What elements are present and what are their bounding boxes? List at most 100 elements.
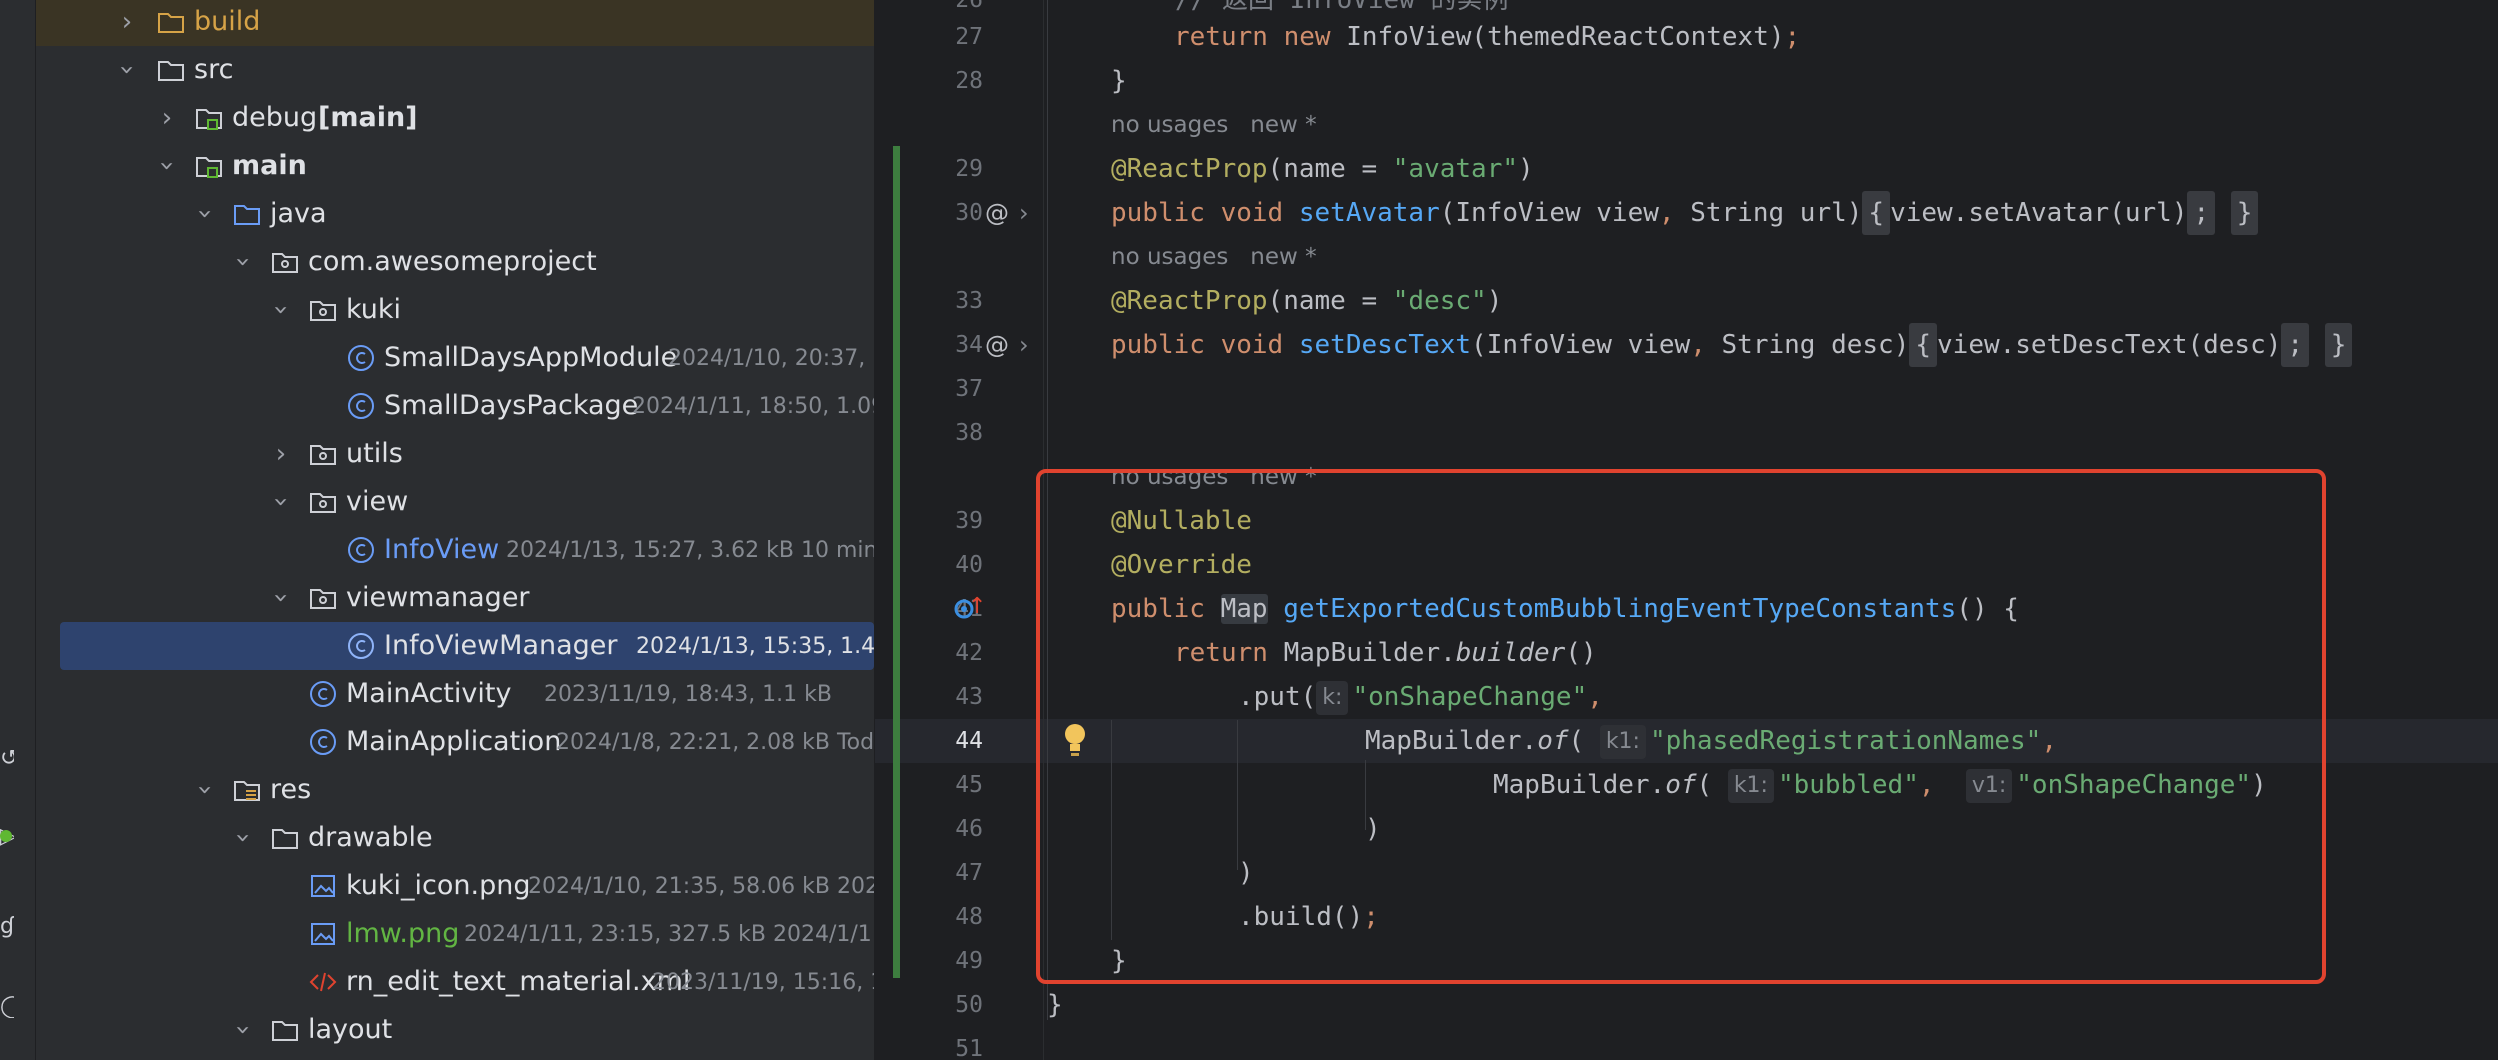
at-symbol-icon[interactable]: @ — [985, 191, 1009, 235]
tree-item-main-application[interactable]: MainApplication 2024/1/8, 22:21, 2.08 kB… — [36, 718, 874, 766]
chevron-right-icon[interactable]: › — [270, 440, 292, 468]
tree-item-info-view-manager[interactable]: InfoViewManager 2024/1/13, 15:35, 1.4 kB… — [60, 622, 874, 670]
code-text: view.setDescText(desc) — [1937, 330, 2282, 360]
fold-marker[interactable]: } — [2324, 323, 2353, 367]
no-usages-hint[interactable]: no usages — [1111, 112, 1228, 138]
tree-item-utils[interactable]: › utils — [36, 430, 874, 478]
fold-marker[interactable]: ; — [2187, 191, 2216, 235]
tree-item-rn-edit-text-material[interactable]: rn_edit_text_material.xml 2023/11/19, 15… — [36, 958, 874, 1006]
line-number: 27 — [955, 24, 983, 50]
tree-item-view[interactable]: › view — [36, 478, 874, 526]
terminal-icon[interactable]: ◯ — [0, 996, 14, 1018]
git-icon[interactable]: ɠ — [0, 916, 14, 938]
tree-item-layout[interactable]: › layout — [36, 1006, 874, 1054]
tree-item-label: viewmanager — [346, 582, 530, 613]
chevron-right-icon[interactable]: › — [156, 104, 178, 132]
java-class-icon — [346, 391, 376, 421]
line-number: 39 — [955, 508, 983, 534]
tree-item-lmw[interactable]: lmw.png 2024/1/11, 23:15, 327.5 kB 2024/… — [36, 910, 874, 958]
fold-marker[interactable]: } — [2230, 191, 2259, 235]
tree-item-info-view[interactable]: InfoView 2024/1/13, 15:27, 3.62 kB 10 mi… — [36, 526, 874, 574]
chevron-down-icon[interactable]: › — [112, 59, 142, 81]
chevron-down-icon[interactable]: › — [266, 491, 296, 513]
line-number: 47 — [955, 860, 983, 886]
line-number: 30 — [955, 200, 983, 226]
source-folder-icon — [194, 151, 224, 181]
tree-item-label: layout — [308, 1014, 393, 1045]
tree-item-build[interactable]: › build — [36, 0, 874, 46]
tree-item-drawable[interactable]: › drawable — [36, 814, 874, 862]
no-usages-hint[interactable]: no usages — [1111, 244, 1228, 270]
line-number: 42 — [955, 640, 983, 666]
file-meta: 2024/1/11, 18:50, 1.09 k — [632, 394, 874, 419]
chevron-down-icon[interactable]: › — [228, 251, 258, 273]
file-meta: 2024/1/10, 21:35, 58.06 kB 2024/ — [528, 874, 874, 899]
chevron-down-icon[interactable]: › — [190, 203, 220, 225]
tree-item-label: view — [346, 486, 409, 517]
chevron-right-icon[interactable]: › — [1019, 323, 1029, 367]
file-meta: 2024/1/13, 15:27, 3.62 kB 10 minute — [506, 538, 874, 563]
code-line: @ReactProp(name = "avatar") — [1111, 147, 1534, 191]
tree-item-java[interactable]: › java — [36, 190, 874, 238]
chevron-down-icon[interactable]: › — [228, 827, 258, 849]
package-icon — [270, 247, 300, 277]
folder-icon — [156, 7, 186, 37]
tree-item-src[interactable]: › src — [36, 46, 874, 94]
tree-item-main[interactable]: › main — [36, 142, 874, 190]
package-icon — [308, 439, 338, 469]
code-line: } — [1111, 59, 1127, 103]
tree-item-debug[interactable]: › debug [main] — [36, 94, 874, 142]
author-hint[interactable]: new * — [1250, 112, 1316, 138]
code-line: public void setAvatar(InfoView view, Str… — [1111, 191, 2259, 235]
brace: } — [1047, 990, 1063, 1020]
annotation: @ReactProp — [1111, 286, 1268, 316]
tree-item-res[interactable]: › res — [36, 766, 874, 814]
chevron-down-icon[interactable]: › — [266, 299, 296, 321]
code-line: return new InfoView(themedReactContext); — [1174, 15, 1800, 59]
author-hint[interactable]: new * — [1250, 244, 1316, 270]
line-number: 37 — [955, 376, 983, 402]
code-editor[interactable]: 26 27 28 29 30 33 34 37 38 39 40 41 42 4… — [875, 0, 2498, 1060]
tree-item-kuki-icon[interactable]: kuki_icon.png 2024/1/10, 21:35, 58.06 kB… — [36, 862, 874, 910]
comma: , — [1690, 330, 1706, 360]
at-symbol-icon[interactable]: @ — [985, 323, 1009, 367]
fold-marker[interactable]: ; — [2281, 323, 2310, 367]
chevron-right-icon[interactable]: › — [1019, 191, 1029, 235]
tree-item-kuki[interactable]: › kuki — [36, 286, 874, 334]
tree-item-label: java — [270, 198, 327, 229]
highlight-box — [1036, 469, 2326, 984]
chevron-right-icon[interactable]: › — [116, 8, 138, 36]
line-number: 29 — [955, 156, 983, 182]
tree-item-label: MainApplication — [346, 726, 562, 757]
line-number: 33 — [955, 288, 983, 314]
folder-icon — [270, 823, 300, 853]
tree-item-small-days-app-module[interactable]: SmallDaysAppModule 2024/1/10, 20:37, 1.5 — [36, 334, 874, 382]
chevron-down-icon[interactable]: › — [266, 587, 296, 609]
line-number: 50 — [955, 992, 983, 1018]
tree-item-viewmanager[interactable]: › viewmanager — [36, 574, 874, 622]
tree-item-label: InfoViewManager — [384, 630, 618, 661]
chevron-down-icon[interactable]: › — [228, 1019, 258, 1041]
file-meta: 2023/11/19, 15:16, 1. — [652, 970, 874, 995]
fold-marker[interactable]: { — [1862, 191, 1891, 235]
file-meta: 2024/1/10, 20:37, 1.5 — [668, 346, 874, 371]
tree-item-label: SmallDaysPackage — [384, 390, 639, 421]
code-text: String url) — [1674, 198, 1863, 228]
line-number: 34 — [955, 332, 983, 358]
tree-item-label: MainActivity — [346, 678, 512, 709]
code-text: (name = — [1267, 154, 1393, 184]
chevron-down-icon[interactable]: › — [190, 779, 220, 801]
tree-item-main-activity[interactable]: MainActivity 2023/11/19, 18:43, 1.1 kB — [36, 670, 874, 718]
line-number: 43 — [955, 684, 983, 710]
chevron-down-icon[interactable]: › — [152, 155, 182, 177]
inlay-hint-line[interactable]: no usages new * — [1111, 237, 1317, 277]
folder-icon — [156, 55, 186, 85]
package-icon — [308, 583, 338, 613]
tree-item-com-awesomeproject[interactable]: › com.awesomeproject — [36, 238, 874, 286]
fold-marker[interactable]: { — [1909, 323, 1938, 367]
resources-folder-icon — [232, 775, 262, 805]
tree-item-label: drawable — [308, 822, 433, 853]
commit-icon[interactable]: ↺ — [0, 748, 14, 770]
tree-item-small-days-package[interactable]: SmallDaysPackage 2024/1/11, 18:50, 1.09 … — [36, 382, 874, 430]
inlay-hint-line[interactable]: no usages new * — [1111, 105, 1317, 145]
